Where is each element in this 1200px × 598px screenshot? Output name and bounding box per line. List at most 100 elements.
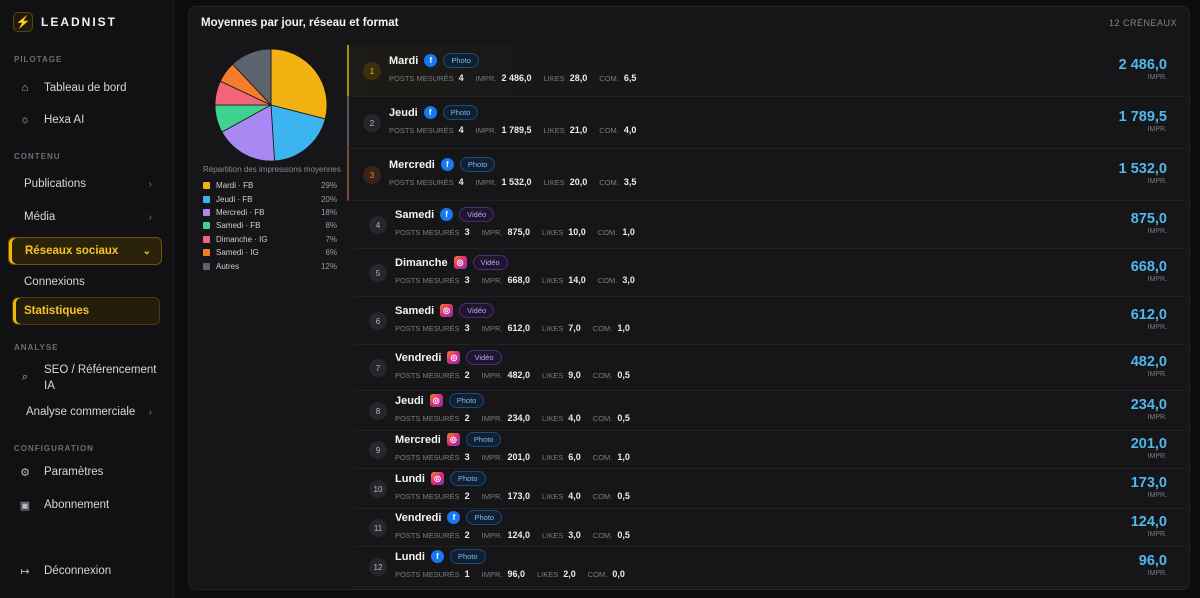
impressions-value: 124,0 [1130,514,1167,530]
brand-logo[interactable]: ⚡ LEADNIST [13,12,117,32]
search-icon: ⌕ [21,371,29,383]
impressions-unit: IMPR. [1147,414,1167,421]
likes-label: LIKES [543,125,565,135]
likes-label: LIKES [542,452,564,462]
likes-value: 20,0 [569,177,588,187]
likes-label: LIKES [543,177,565,187]
format-pill: Vidéo [466,350,502,365]
slot-row[interactable]: 12 Lundi f Photo POSTS MESURÉS 1 IMPR. 96,0 LIKE… [355,547,1187,587]
nav-seo-line1: SEO / Référencement [44,364,157,376]
likes-label: LIKES [543,73,565,83]
slot-metrics: POSTS MESURÉS 3 IMPR. 612,0 LIKES 7,0 COM. 1,0 [395,323,642,333]
nav-statistiques[interactable]: Statistiques [12,297,160,325]
nav-dashboard[interactable]: ⌂ Tableau de bord [8,74,162,102]
day-label: Mardi [389,54,419,67]
slot-row[interactable]: 3 Mercredi f Photo POSTS MESURÉS 4 IMPR. 1 532,… [347,149,1187,201]
posts-label: POSTS MESURÉS [395,530,460,540]
com-value: 0,5 [617,530,630,540]
day-label: Dimanche [395,256,448,269]
legend-percent: 12% [320,261,337,271]
facebook-icon: f [430,550,444,563]
slot-row[interactable]: 8 Jeudi ◎ Photo POSTS MESURÉS 2 IMPR. 234,0 LIKE… [355,391,1187,431]
nav-social-networks[interactable]: Réseaux sociaux ⌄ [8,237,162,265]
slot-row[interactable]: 6 Samedi ◎ Vidéo POSTS MESURÉS 3 IMPR. 612,0 LIK… [355,297,1187,345]
slot-row[interactable]: 4 Samedi f Vidéo POSTS MESURÉS 3 IMPR. 875,0 LIK… [355,201,1187,249]
likes-label: LIKES [542,491,564,501]
calendar-icon: ▣ [19,499,31,512]
com-label: COM. [592,491,613,501]
com-value: 3,5 [623,177,637,187]
posts-label: POSTS MESURÉS [389,73,454,83]
slot-metrics: POSTS MESURÉS 2 IMPR. 124,0 LIKES 3,0 COM. 0,5 [395,530,642,540]
slot-row[interactable]: 1 Mardi f Photo POSTS MESURÉS 4 IMPR. 2 486,0 LI… [347,45,1187,97]
legend-label: Dimanche · IG [216,234,268,244]
posts-value: 4 [458,73,464,83]
rank-badge: 10 [369,480,387,498]
nav-media[interactable]: Média › [8,203,162,231]
posts-value: 2 [464,370,470,380]
likes-label: LIKES [542,275,564,285]
day-label: Jeudi [395,394,424,407]
impr-label: IMPR. [481,530,503,540]
com-label: COM. [592,323,613,333]
slot-row[interactable]: 2 Jeudi f Photo POSTS MESURÉS 4 IMPR. 1 789,5 LI… [347,97,1187,149]
slot-row[interactable]: 5 Dimanche ◎ Vidéo POSTS MESURÉS 3 IMPR. 668,0 L… [355,249,1187,297]
legend-label: Mercredi · FB [216,207,265,217]
slot-day: Samedi ◎ Vidéo [395,303,495,318]
facebook-icon: f [447,511,461,524]
impr-label: IMPR. [481,569,503,579]
posts-value: 4 [458,125,464,135]
likes-value: 7,0 [568,323,581,333]
slot-impressions: 612,0 IMPR. [1131,307,1167,331]
slot-row[interactable]: 11 Vendredi f Photo POSTS MESURÉS 2 IMPR. 124,0… [355,509,1187,547]
nav-logout[interactable]: ↦ Déconnexion [8,557,162,585]
likes-label: LIKES [542,413,564,423]
legend-label: Mardi · FB [216,181,254,191]
slot-metrics: POSTS MESURÉS 2 IMPR. 482,0 LIKES 9,0 COM. 0,5 [395,370,642,380]
slot-row[interactable]: 10 Lundi ◎ Photo POSTS MESURÉS 2 IMPR. 173,0 LIK… [355,469,1187,509]
impr-label: IMPR. [481,227,503,237]
nav-seo-line2: IA [44,380,55,392]
impressions-value: 612,0 [1130,307,1167,323]
posts-value: 1 [464,569,470,579]
slot-impressions: 96,0 IMPR. [1139,553,1167,577]
likes-label: LIKES [542,370,564,380]
sun-icon: ☼ [19,114,31,126]
likes-value: 28,0 [569,73,588,83]
nav-publications[interactable]: Publications › [8,170,162,198]
nav-connexions[interactable]: Connexions [8,268,162,296]
impr-label: IMPR. [481,370,503,380]
slot-day: Vendredi f Photo [395,510,503,525]
likes-label: LIKES [537,569,559,579]
slot-row[interactable]: 9 Mercredi ◎ Photo POSTS MESURÉS 3 IMPR. 201,0 L… [355,431,1187,469]
day-label: Mercredi [395,433,441,446]
slot-impressions: 482,0 IMPR. [1131,354,1167,378]
com-label: COM. [592,530,613,540]
impressions-unit: IMPR. [1147,126,1167,133]
section-pilotage: PILOTAGE [14,55,63,64]
nav-analyse-commerciale[interactable]: Analyse commerciale › [8,398,162,426]
format-pill: Photo [466,510,503,525]
nav-parametres[interactable]: ⚙ Paramètres [8,458,162,486]
nav-hexa-ai[interactable]: ☼ Hexa AI [8,106,162,134]
slot-day: Mercredi ◎ Photo [395,432,502,447]
instagram-icon: ◎ [430,472,444,485]
posts-value: 4 [458,177,464,187]
rank-badge: 11 [369,519,387,537]
legend-label: Samedi · FB [216,221,261,231]
gear-icon: ⚙ [20,466,30,479]
slot-metrics: POSTS MESURÉS 4 IMPR. 2 486,0 LIKES 28,0 COM. 6… [389,73,648,83]
nav-abonnement[interactable]: ▣ Abonnement [8,491,162,519]
posts-value: 3 [464,452,470,462]
impressions-unit: IMPR. [1147,492,1167,499]
slot-impressions: 201,0 IMPR. [1131,436,1167,460]
slot-row[interactable]: 7 Vendredi ◎ Vidéo POSTS MESURÉS 2 IMPR. 482,0 L… [355,345,1187,391]
impr-label: IMPR. [481,323,503,333]
pie-legend: Mardi · FB 29% Jeudi · FB 20% Mercredi · FB 1… [203,179,337,273]
nav-dashboard-label: Tableau de bord [44,82,127,94]
nav-seo[interactable]: ⌕ SEO / Référencement IA [8,362,162,396]
sidebar: ⚡ LEADNIST PILOTAGE ⌂ Tableau de bord ☼ … [0,0,174,598]
slot-metrics: POSTS MESURÉS 2 IMPR. 173,0 LIKES 4,0 COM. 0,5 [395,491,642,501]
facebook-icon: f [423,106,437,119]
legend-swatch [203,249,210,257]
